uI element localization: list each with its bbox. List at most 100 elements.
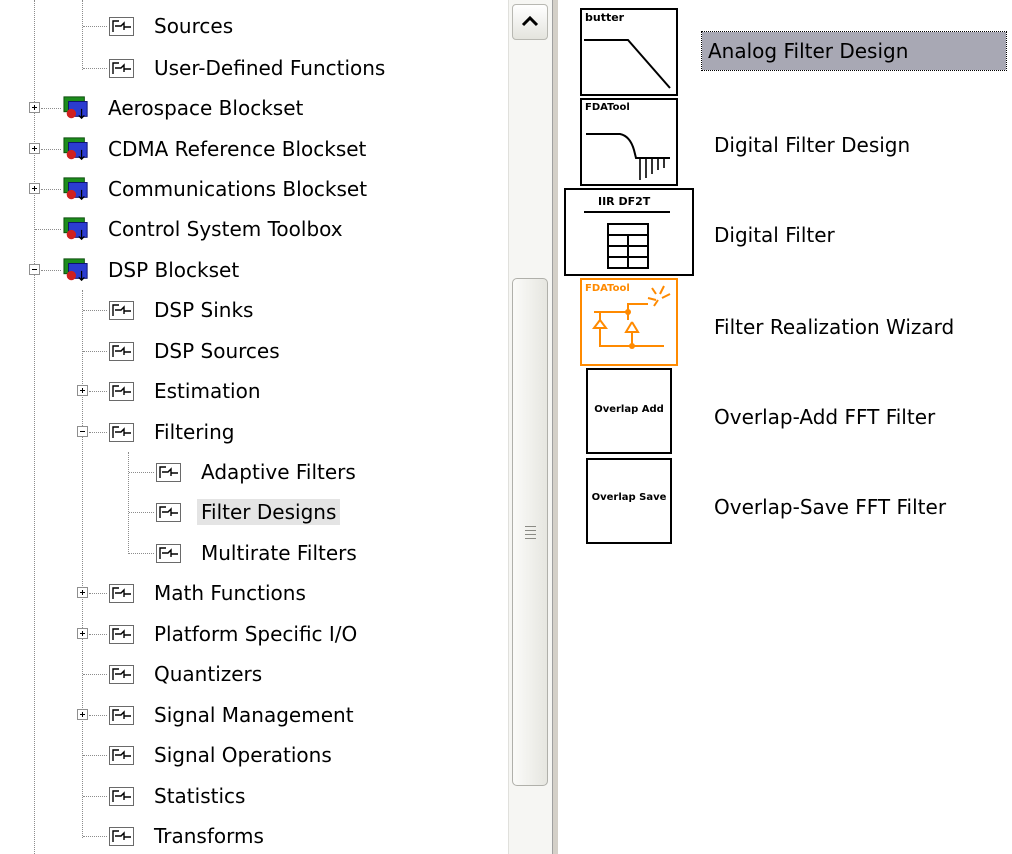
expand-icon[interactable]	[77, 385, 88, 396]
tree-item-adaptive-filters[interactable]: Adaptive Filters	[0, 452, 508, 492]
tree-label: Signal Management	[154, 703, 354, 727]
tree-item-user-defined-functions[interactable]: User-Defined Functions	[0, 48, 508, 88]
tree-label: Filtering	[154, 420, 235, 444]
library-tree[interactable]: Sources User-Defined Functions Aerospace…	[0, 0, 508, 854]
block-label: Digital Filter	[714, 223, 835, 247]
tree-vertical-scrollbar[interactable]	[508, 0, 553, 854]
tree-dot	[89, 715, 107, 716]
block-digital-filter[interactable]: IIR DF2T Digital Filter	[558, 188, 1012, 278]
tree-item-sources[interactable]: Sources	[0, 6, 508, 46]
grip-line	[525, 538, 536, 539]
overlap-add-icon: Overlap Add	[586, 368, 672, 454]
tree-dot	[83, 836, 107, 837]
subsystem-icon	[109, 342, 134, 361]
tree-dot	[89, 432, 107, 433]
tree-item-cdma-reference-blockset[interactable]: CDMA Reference Blockset	[0, 129, 508, 169]
subsystem-icon	[109, 625, 134, 644]
block-analog-filter-design[interactable]: butter Analog Filter Design	[558, 6, 1012, 96]
tree-dot	[129, 472, 154, 473]
tree-item-multirate-filters[interactable]: Multirate Filters	[0, 533, 508, 573]
scroll-up-button[interactable]	[512, 4, 548, 40]
collapse-icon[interactable]	[77, 426, 88, 437]
tree-dot	[89, 391, 107, 392]
tree-label: Multirate Filters	[201, 541, 357, 565]
tree-label: Platform Specific I/O	[154, 622, 358, 646]
expand-icon[interactable]	[77, 587, 88, 598]
tree-label: Estimation	[154, 379, 261, 403]
library-icon	[63, 137, 88, 161]
tree-dot	[83, 351, 107, 352]
block-overlap-add-fft-filter[interactable]: Overlap Add Overlap-Add FFT Filter	[558, 368, 1012, 458]
block-filter-realization-wizard[interactable]: FDATool Filter Realization Wizard	[558, 278, 1012, 368]
filter-table-icon	[584, 211, 670, 269]
tree-dot	[129, 512, 154, 513]
fdatool-icon: FDATool	[580, 98, 678, 186]
tree-dot	[41, 270, 61, 271]
tree-item-math-functions[interactable]: Math Functions	[0, 573, 508, 613]
block-list[interactable]: butter Analog Filter Design FDATool Digi…	[558, 0, 1012, 854]
tree-item-quantizers[interactable]: Quantizers	[0, 654, 508, 694]
block-label: Overlap-Save FFT Filter	[714, 495, 947, 519]
butter-filter-icon: butter	[580, 8, 678, 96]
tree-label: Quantizers	[154, 662, 263, 686]
subsystem-icon	[109, 17, 134, 36]
expand-icon[interactable]	[29, 102, 40, 113]
tree-dot	[83, 674, 107, 675]
tree-dot	[41, 189, 61, 190]
expand-icon[interactable]	[29, 143, 40, 154]
subsystem-icon	[109, 301, 134, 320]
subsystem-icon	[156, 503, 181, 522]
subsystem-icon	[109, 423, 134, 442]
iir-df2t-icon: IIR DF2T	[564, 188, 694, 276]
expand-icon[interactable]	[77, 628, 88, 639]
tree-item-transforms[interactable]: Transforms	[0, 816, 508, 854]
expand-icon[interactable]	[29, 183, 40, 194]
tree-item-signal-operations[interactable]: Signal Operations	[0, 735, 508, 775]
tree-dot	[89, 593, 107, 594]
subsystem-icon	[109, 706, 134, 725]
subsystem-icon	[109, 665, 134, 684]
subsystem-icon	[109, 746, 134, 765]
wizard-wand-icon	[592, 285, 671, 349]
tree-dot	[41, 108, 61, 109]
tree-dot	[83, 26, 107, 27]
tree-item-estimation[interactable]: Estimation	[0, 371, 508, 411]
tree-label: CDMA Reference Blockset	[108, 137, 367, 161]
grip-line	[525, 530, 536, 531]
tree-item-statistics[interactable]: Statistics	[0, 776, 508, 816]
subsystem-icon	[156, 463, 181, 482]
library-icon	[63, 217, 88, 241]
tree-label: DSP Sources	[154, 339, 280, 363]
fdatool-wizard-icon: FDATool	[580, 278, 678, 366]
subsystem-icon	[109, 787, 134, 806]
tree-dot	[83, 755, 107, 756]
tree-dot	[89, 634, 107, 635]
tree-item-dsp-sinks[interactable]: DSP Sinks	[0, 290, 508, 330]
grip-line	[525, 534, 536, 535]
tree-item-filter-designs[interactable]: Filter Designs	[0, 492, 508, 532]
tree-item-dsp-blockset[interactable]: DSP Blockset	[0, 250, 508, 290]
tree-item-dsp-sources[interactable]: DSP Sources	[0, 331, 508, 371]
grip-line	[525, 526, 536, 527]
tree-item-control-system-toolbox[interactable]: Control System Toolbox	[0, 209, 508, 249]
tree-label: DSP Sinks	[154, 298, 254, 322]
block-digital-filter-design[interactable]: FDATool Digital Filter Design	[558, 98, 1012, 188]
collapse-icon[interactable]	[29, 264, 40, 275]
expand-icon[interactable]	[77, 709, 88, 720]
tree-item-platform-specific-io[interactable]: Platform Specific I/O	[0, 614, 508, 654]
library-icon	[63, 177, 88, 201]
library-icon	[63, 96, 88, 120]
tree-label: Sources	[154, 14, 234, 38]
subsystem-icon	[109, 827, 134, 846]
tree-item-filtering[interactable]: Filtering	[0, 412, 508, 452]
tree-label: Statistics	[154, 784, 246, 808]
tree-item-aerospace-blockset[interactable]: Aerospace Blockset	[0, 88, 508, 128]
tree-label: Control System Toolbox	[108, 217, 343, 241]
tree-item-signal-management[interactable]: Signal Management	[0, 695, 508, 735]
tree-item-communications-blockset[interactable]: Communications Blockset	[0, 169, 508, 209]
tree-dot	[129, 553, 154, 554]
scroll-thumb[interactable]	[512, 278, 548, 786]
tree-dot	[41, 149, 61, 150]
block-overlap-save-fft-filter[interactable]: Overlap Save Overlap-Save FFT Filter	[558, 458, 1012, 548]
subsystem-icon	[109, 382, 134, 401]
